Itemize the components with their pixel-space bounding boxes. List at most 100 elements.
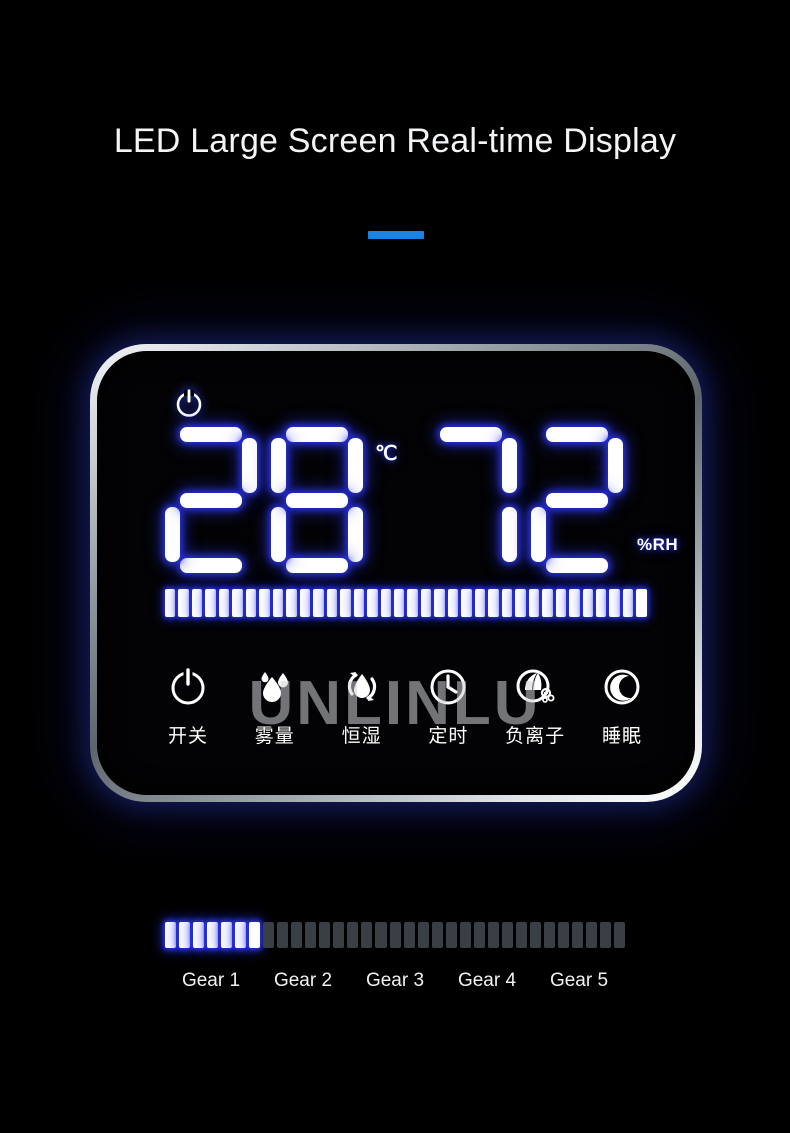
mist-level-tick bbox=[555, 589, 567, 617]
control-button-ion[interactable]: 负离子 bbox=[492, 663, 578, 748]
mist-level-tick bbox=[259, 589, 270, 617]
control-button-sleep[interactable]: 睡眠 bbox=[579, 663, 665, 748]
moon-icon bbox=[599, 663, 645, 709]
mist-level-tick bbox=[569, 589, 580, 617]
gear-label-row: Gear 1 Gear 2 Gear 3 Gear 4 Gear 5 bbox=[165, 970, 625, 992]
mist-level-tick bbox=[528, 589, 540, 617]
mist-level-tick bbox=[474, 589, 486, 617]
gear-label[interactable]: Gear 4 bbox=[441, 970, 533, 992]
gear-tick bbox=[557, 922, 569, 948]
control-label-sleep: 睡眠 bbox=[601, 725, 642, 747]
mist-level-tick bbox=[636, 589, 647, 617]
accent-divider bbox=[368, 231, 424, 239]
mist-level-tick bbox=[340, 589, 351, 617]
gear-tick bbox=[347, 922, 359, 948]
control-label-mist: 雾量 bbox=[254, 725, 295, 747]
gear-tick bbox=[614, 922, 626, 948]
gear-tick bbox=[221, 922, 233, 948]
gear-tick bbox=[515, 922, 527, 948]
gear-tick bbox=[473, 922, 485, 948]
gear-tick bbox=[389, 922, 401, 948]
gear-label[interactable]: Gear 2 bbox=[257, 970, 349, 992]
gear-label[interactable]: Gear 3 bbox=[349, 970, 441, 992]
gear-tick bbox=[263, 922, 275, 948]
gear-tick bbox=[403, 922, 415, 948]
control-label-power: 开关 bbox=[167, 725, 208, 747]
gear-level-bar[interactable] bbox=[165, 922, 626, 948]
mist-level-tick bbox=[447, 589, 459, 617]
control-button-humidity[interactable]: 恒湿 bbox=[319, 663, 405, 748]
gear-tick bbox=[417, 922, 429, 948]
gear-tick bbox=[487, 922, 499, 948]
mist-level-tick bbox=[191, 589, 203, 617]
mist-icon bbox=[252, 663, 298, 709]
mist-level-tick bbox=[420, 589, 432, 617]
mist-level-tick bbox=[218, 589, 230, 617]
mist-level-tick bbox=[205, 589, 216, 617]
control-row: 开关 雾量 恒湿 定时 负离子 睡眠 bbox=[145, 663, 665, 748]
control-label-timer: 定时 bbox=[428, 725, 469, 747]
gear-tick bbox=[333, 922, 345, 948]
mist-level-tick bbox=[353, 589, 365, 617]
power-indicator-icon bbox=[173, 387, 205, 419]
mist-level-tick bbox=[272, 589, 284, 617]
gear-tick bbox=[179, 922, 191, 948]
mist-level-tick bbox=[622, 589, 634, 617]
gear-tick bbox=[277, 922, 289, 948]
device-panel: ℃ %RH 开关 雾量 恒湿 定时 负离子 睡眠 bbox=[90, 344, 702, 802]
gear-tick bbox=[501, 922, 513, 948]
temperature-unit-label: ℃ bbox=[375, 443, 398, 465]
gear-tick bbox=[585, 922, 597, 948]
mist-level-tick bbox=[582, 589, 593, 617]
mist-level-tick bbox=[542, 589, 553, 617]
gear-tick bbox=[529, 922, 541, 948]
mist-level-tick bbox=[393, 589, 405, 617]
mist-level-tick bbox=[165, 589, 176, 617]
gear-tick bbox=[235, 922, 247, 948]
readout: ℃ %RH bbox=[97, 427, 695, 577]
gear-tick bbox=[445, 922, 457, 948]
power-icon bbox=[165, 663, 211, 709]
gear-tick bbox=[207, 922, 219, 948]
mist-level-tick bbox=[299, 589, 311, 617]
gear-label[interactable]: Gear 1 bbox=[165, 970, 257, 992]
gear-tick bbox=[165, 922, 177, 948]
control-button-timer[interactable]: 定时 bbox=[405, 663, 491, 748]
humidity-icon bbox=[339, 663, 385, 709]
mist-level-tick bbox=[488, 589, 499, 617]
control-label-humidity: 恒湿 bbox=[341, 725, 382, 747]
gear-tick bbox=[361, 922, 373, 948]
humidity-digit-1 bbox=[425, 427, 517, 573]
mist-level-tick bbox=[286, 589, 297, 617]
mist-level-tick bbox=[609, 589, 620, 617]
ion-icon bbox=[512, 663, 558, 709]
gear-tick bbox=[193, 922, 205, 948]
gear-tick bbox=[459, 922, 471, 948]
gear-tick bbox=[291, 922, 303, 948]
gear-label[interactable]: Gear 5 bbox=[533, 970, 625, 992]
gear-tick bbox=[543, 922, 555, 948]
temperature-readout bbox=[165, 427, 363, 573]
control-button-power[interactable]: 开关 bbox=[145, 663, 231, 748]
gear-tick bbox=[571, 922, 583, 948]
gear-selector: Gear 1 Gear 2 Gear 3 Gear 4 Gear 5 bbox=[165, 922, 626, 992]
temperature-digit-1 bbox=[165, 427, 257, 573]
gear-tick bbox=[305, 922, 317, 948]
mist-level-tick bbox=[515, 589, 526, 617]
mist-level-tick bbox=[461, 589, 472, 617]
gear-tick bbox=[431, 922, 443, 948]
page-title: LED Large Screen Real-time Display bbox=[113, 122, 677, 160]
mist-level-tick bbox=[232, 589, 243, 617]
mist-level-tick bbox=[407, 589, 418, 617]
control-label-ion: 负离子 bbox=[505, 725, 566, 747]
mist-level-tick bbox=[501, 589, 513, 617]
mist-level-tick bbox=[313, 589, 324, 617]
gear-tick bbox=[599, 922, 611, 948]
control-button-mist[interactable]: 雾量 bbox=[232, 663, 318, 748]
mist-level-tick bbox=[245, 589, 257, 617]
mist-level-bar[interactable] bbox=[165, 589, 647, 617]
gear-tick bbox=[319, 922, 331, 948]
humidity-unit-label: %RH bbox=[637, 535, 679, 554]
timer-icon bbox=[425, 663, 471, 709]
mist-level-tick bbox=[326, 589, 338, 617]
